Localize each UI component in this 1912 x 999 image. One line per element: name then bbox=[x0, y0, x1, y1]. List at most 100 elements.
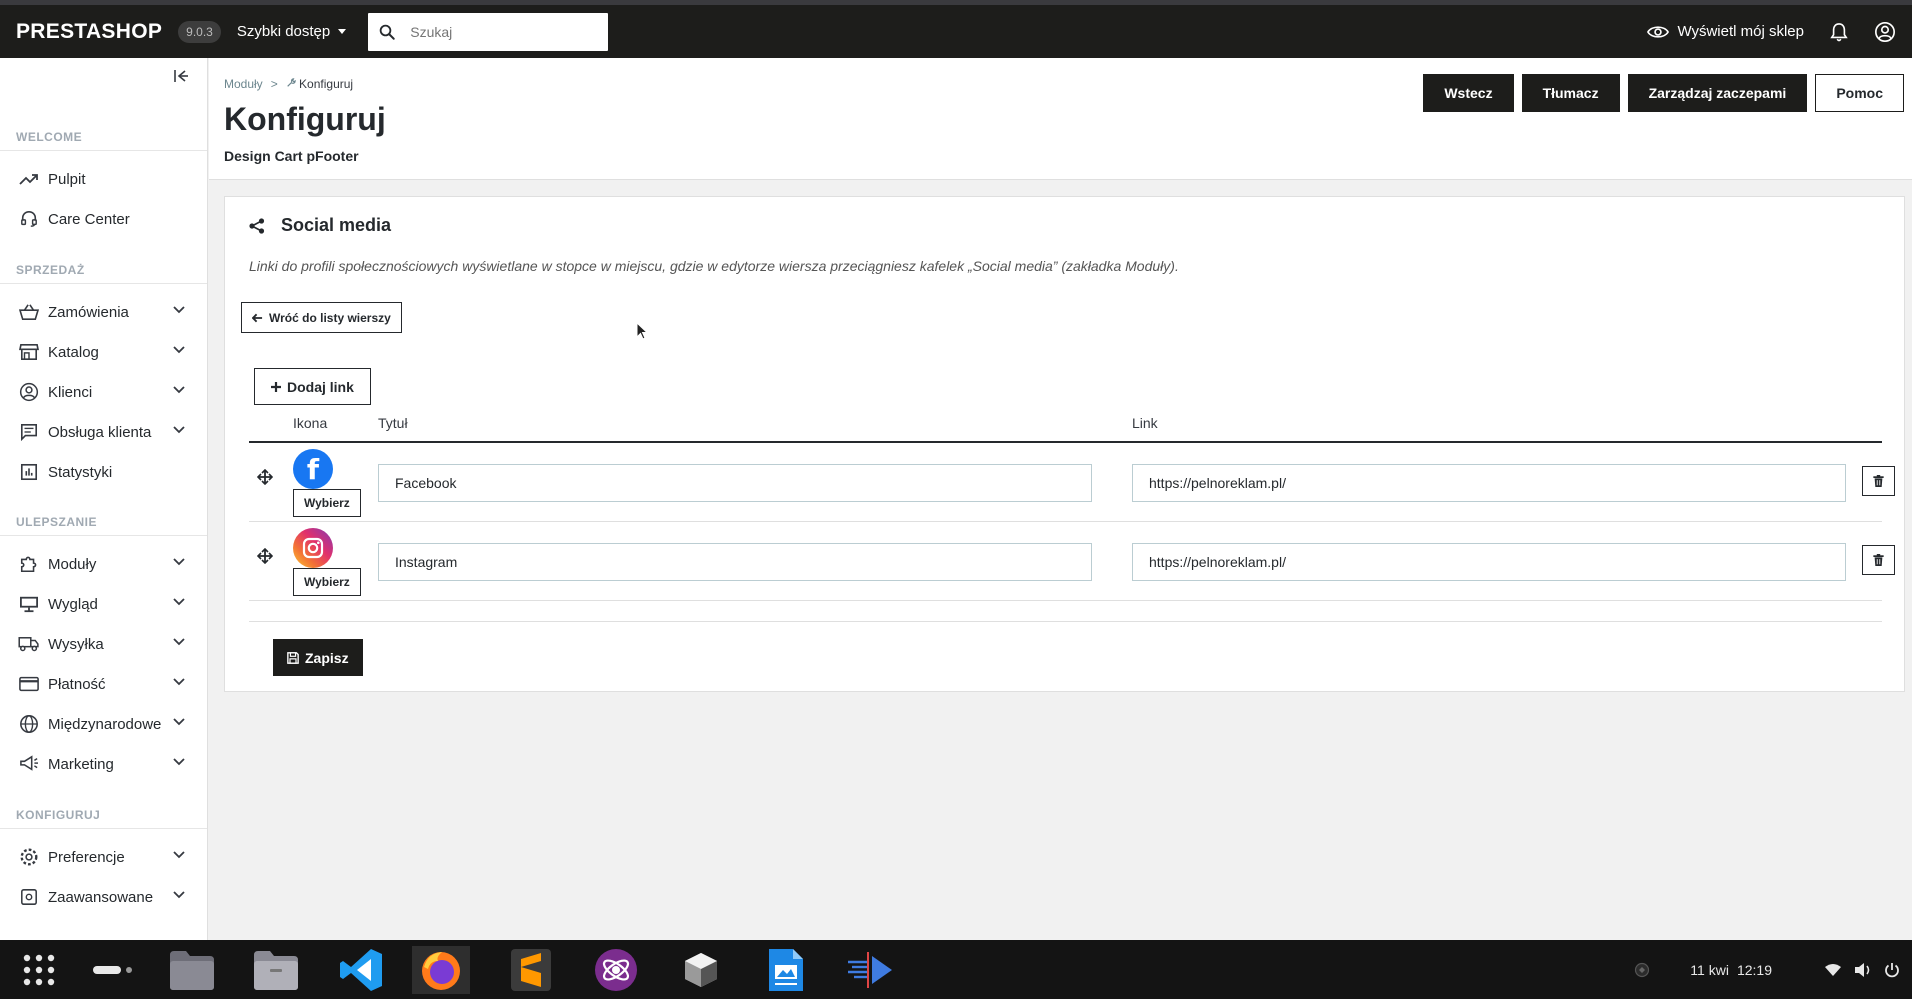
cube-icon bbox=[685, 953, 717, 987]
manage-hooks-button[interactable]: Zarządzaj zaczepami bbox=[1627, 74, 1808, 112]
sidebar-item-label: Międzynarodowe bbox=[48, 715, 162, 733]
chevron-down-icon bbox=[173, 386, 185, 394]
title-input[interactable] bbox=[378, 543, 1092, 581]
sidebar-item-appearance[interactable]: Wygląd bbox=[0, 585, 207, 623]
save-label: Zapisz bbox=[305, 649, 349, 666]
breadcrumb-modules-link[interactable]: Moduły bbox=[224, 77, 263, 91]
sidebar-item-preferences[interactable]: Preferencje bbox=[0, 838, 207, 876]
help-button[interactable]: Pomoc bbox=[1815, 74, 1904, 112]
taskbar-3d-app[interactable] bbox=[672, 946, 730, 994]
taskbar-files-app[interactable] bbox=[163, 946, 221, 994]
choose-icon-button[interactable]: Wybierz bbox=[293, 489, 361, 517]
choose-icon-button[interactable]: Wybierz bbox=[293, 568, 361, 596]
sidebar-item-shipping[interactable]: Wysyłka bbox=[0, 625, 207, 663]
quick-access-dropdown[interactable]: Szybki dostęp bbox=[236, 23, 347, 40]
sidebar-item-orders[interactable]: Zamówienia bbox=[0, 293, 207, 331]
taskbar-docs-app[interactable] bbox=[757, 946, 815, 994]
column-header-title: Tytuł bbox=[378, 415, 408, 431]
sidebar-item-stats[interactable]: Statystyki bbox=[0, 453, 207, 491]
title-input[interactable] bbox=[378, 464, 1092, 502]
bar-chart-icon bbox=[20, 463, 38, 481]
divider bbox=[0, 535, 207, 536]
delete-button[interactable] bbox=[1862, 466, 1895, 496]
table-row: Wybierz bbox=[249, 522, 1895, 601]
user-circle-icon bbox=[19, 382, 39, 402]
system-tray: 11 kwi 12:19 bbox=[1634, 940, 1912, 999]
sidebar-item-label: Moduły bbox=[48, 555, 97, 573]
section-sales: SPRZEDAŻ bbox=[16, 263, 85, 277]
clock-time[interactable]: 12:19 bbox=[1737, 962, 1772, 978]
back-button[interactable]: Wstecz bbox=[1423, 74, 1514, 112]
view-shop-link[interactable]: Wyświetl mój sklep bbox=[1647, 23, 1804, 40]
page-title: Konfiguruj bbox=[224, 101, 386, 137]
vscode-icon bbox=[340, 949, 382, 991]
bell-icon[interactable] bbox=[1830, 22, 1848, 42]
divider bbox=[0, 283, 207, 284]
taskbar-file-manager-app[interactable] bbox=[247, 946, 305, 994]
sidebar-item-dashboard[interactable]: Pulpit bbox=[0, 160, 207, 198]
app-grid-button[interactable] bbox=[10, 946, 68, 994]
message-icon bbox=[20, 423, 38, 441]
translate-button[interactable]: Tłumacz bbox=[1521, 74, 1620, 112]
prestashop-logo[interactable]: PRESTASHOP bbox=[16, 20, 162, 44]
workspace-indicator[interactable] bbox=[84, 946, 142, 994]
sidebar-item-label: Zaawansowane bbox=[48, 888, 154, 906]
volume-icon[interactable] bbox=[1854, 962, 1872, 978]
drag-handle-icon[interactable] bbox=[257, 469, 273, 485]
taskbar-browser-app[interactable] bbox=[587, 946, 645, 994]
search-input[interactable] bbox=[410, 23, 581, 40]
link-input[interactable] bbox=[1132, 543, 1846, 581]
sidebar-item-modules[interactable]: Moduły bbox=[0, 545, 207, 583]
sidebar-item-label: Care Center bbox=[48, 210, 130, 228]
collapse-sidebar-icon[interactable] bbox=[173, 68, 189, 84]
sidebar-item-label: Statystyki bbox=[48, 463, 113, 481]
view-shop-label: Wyświetl mój sklep bbox=[1677, 23, 1804, 40]
sidebar-item-care-center[interactable]: Care Center bbox=[0, 200, 207, 238]
basket-icon bbox=[19, 304, 39, 321]
search-box[interactable] bbox=[368, 12, 609, 51]
delete-button[interactable] bbox=[1862, 545, 1895, 575]
taskbar-sublime-app[interactable] bbox=[502, 946, 560, 994]
truck-icon bbox=[18, 637, 39, 652]
sidebar-item-catalog[interactable]: Katalog bbox=[0, 333, 207, 371]
file-cabinet-icon bbox=[254, 951, 298, 990]
quick-access-label: Szybki dostęp bbox=[236, 23, 331, 40]
status-circle-icon[interactable] bbox=[1634, 962, 1650, 978]
eye-icon bbox=[1647, 25, 1670, 38]
sidebar-item-marketing[interactable]: Marketing bbox=[0, 745, 207, 783]
breadcrumb: Moduły > Konfiguruj bbox=[224, 77, 353, 91]
sidebar-item-customer-service[interactable]: Obsługa klienta bbox=[0, 413, 207, 451]
account-icon[interactable] bbox=[1874, 21, 1896, 43]
add-link-button[interactable]: Dodaj link bbox=[254, 368, 371, 405]
taskbar-firefox-app[interactable] bbox=[412, 946, 470, 994]
sidebar-item-label: Wygląd bbox=[48, 595, 98, 613]
card-header: Social media bbox=[249, 215, 391, 236]
settings-box-icon bbox=[21, 889, 37, 905]
sidebar-item-payment[interactable]: Płatność bbox=[0, 665, 207, 703]
sidebar-item-advanced[interactable]: Zaawansowane bbox=[0, 878, 207, 916]
trending-up-icon bbox=[19, 174, 38, 185]
sidebar-item-customers[interactable]: Klienci bbox=[0, 373, 207, 411]
sidebar-item-label: Pulpit bbox=[48, 170, 86, 188]
app-grid-icon bbox=[23, 954, 55, 986]
power-icon[interactable] bbox=[1884, 962, 1900, 978]
taskbar-media-app[interactable] bbox=[842, 946, 900, 994]
breadcrumb-current: Konfiguruj bbox=[286, 77, 353, 91]
chevron-down-icon bbox=[173, 891, 185, 899]
monitor-icon bbox=[20, 596, 38, 613]
link-input[interactable] bbox=[1132, 464, 1846, 502]
sidebar-item-label: Klienci bbox=[48, 383, 93, 401]
back-to-rows-button[interactable]: Wróć do listy wierszy bbox=[241, 302, 402, 333]
share-icon bbox=[249, 217, 265, 234]
mouse-cursor-icon bbox=[636, 322, 648, 340]
save-button[interactable]: Zapisz bbox=[273, 639, 363, 676]
drag-handle-icon[interactable] bbox=[257, 548, 273, 564]
arrow-left-icon bbox=[252, 313, 263, 322]
wifi-icon[interactable] bbox=[1824, 963, 1842, 977]
sidebar-item-international[interactable]: Międzynarodowe bbox=[0, 705, 207, 743]
taskbar-vscode-app[interactable] bbox=[332, 946, 390, 994]
table-row: f Wybierz bbox=[249, 443, 1895, 522]
clock-date[interactable]: 11 kwi bbox=[1690, 962, 1729, 978]
gear-icon bbox=[20, 848, 38, 866]
divider bbox=[0, 828, 207, 829]
